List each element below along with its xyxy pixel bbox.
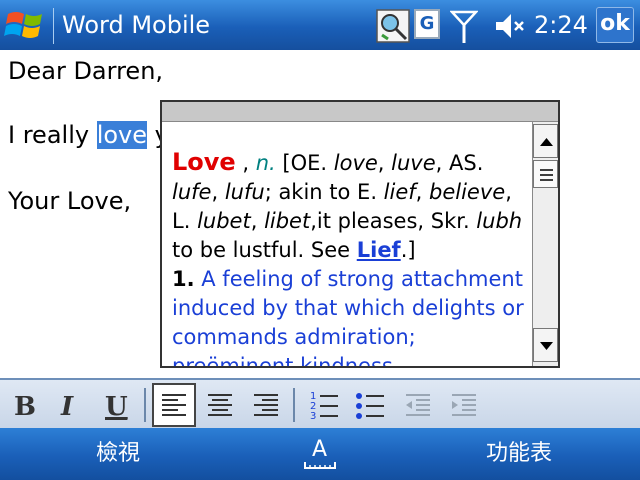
clock[interactable]: 2:24 (534, 10, 588, 40)
bold-button[interactable]: B (4, 385, 44, 425)
etym-italic: libet (264, 209, 311, 233)
etym-italic: love (333, 151, 378, 175)
etym-text: , (415, 180, 430, 204)
sense-text: A feeling of strong attachment induced b… (172, 267, 524, 366)
increase-indent-button[interactable] (444, 385, 484, 425)
title-bar: Word Mobile G 2:24 ok (0, 0, 640, 50)
decrease-indent-icon (406, 394, 430, 416)
etym-italic: lubet (197, 209, 251, 233)
svg-text:B: B (14, 392, 36, 422)
italic-icon: I (60, 392, 74, 422)
etym-italic: lufe (172, 180, 212, 204)
definition-text: Love , n. [OE. love, luve, AS. lufe, luf… (162, 122, 532, 366)
sense-number: 1. (172, 267, 195, 291)
selected-word[interactable]: love (96, 121, 148, 149)
underline-icon: U (105, 392, 128, 422)
numbered-list-button[interactable]: 1 2 3 (304, 385, 344, 425)
toolbar-separator (293, 388, 295, 422)
bullet-list-icon (356, 393, 384, 419)
headword: Love (172, 148, 236, 176)
numbered-list-icon: 1 2 3 (310, 391, 338, 422)
etym-text: , (505, 180, 512, 204)
sync-icon[interactable] (376, 9, 410, 43)
toolbar-separator (144, 388, 146, 422)
align-right-icon (254, 394, 278, 416)
app-title: Word Mobile (62, 11, 211, 39)
lief-link[interactable]: Lief (357, 238, 401, 262)
doc-text: I really (8, 121, 97, 149)
svg-text:I: I (60, 392, 74, 422)
part-of-speech: n. (255, 151, 276, 175)
dictionary-popup[interactable]: Love , n. [OE. love, luve, AS. lufe, luf… (160, 100, 560, 368)
etym-italic: lufu (224, 180, 265, 204)
g-icon[interactable]: G (414, 9, 440, 39)
etym-text: [OE. (275, 151, 334, 175)
scroll-up-button[interactable] (533, 124, 558, 158)
etym-text: L. (172, 209, 198, 233)
popup-header[interactable] (162, 102, 558, 122)
ok-button[interactable]: ok (596, 7, 634, 43)
etym-italic: believe (429, 180, 506, 204)
etym-text: , (377, 151, 392, 175)
etym-text: , (250, 209, 265, 233)
etym-italic: lief (383, 180, 416, 204)
bold-icon: B (14, 392, 36, 422)
scroll-thumb[interactable] (533, 160, 558, 188)
increase-indent-icon (452, 394, 476, 416)
softkey-menu[interactable]: 功能表 (486, 440, 552, 468)
etym-text: , AS. (435, 151, 484, 175)
svg-text:A: A (312, 437, 327, 462)
doc-line-greeting[interactable]: Dear Darren, (8, 56, 163, 86)
etym-text: ; akin to E. (264, 180, 384, 204)
title-divider (53, 8, 54, 44)
windows-start-icon[interactable] (2, 4, 50, 46)
underline-button[interactable]: U (96, 385, 136, 425)
arrow-up-icon (540, 138, 553, 146)
etym-text: ,it pleases, Skr. (310, 209, 477, 233)
svg-text:3: 3 (310, 411, 316, 422)
arrow-down-icon (540, 342, 553, 350)
svg-text:U: U (105, 392, 128, 422)
bullet-list-button[interactable] (350, 385, 390, 425)
comma: , (235, 151, 256, 175)
align-center-button[interactable] (200, 385, 240, 425)
etym-italic: luve (391, 151, 436, 175)
volume-icon[interactable] (494, 10, 526, 42)
align-left-icon (162, 394, 186, 416)
popup-scrollbar[interactable] (532, 122, 558, 366)
signal-icon[interactable] (450, 9, 478, 45)
grip-icon (540, 169, 553, 181)
formatting-toolbar: B I U 1 2 3 (0, 378, 640, 428)
align-center-icon (208, 394, 232, 416)
etym-text: , (211, 180, 225, 204)
etym-text: .] (400, 238, 416, 262)
etym-text: to be lustful. See (172, 238, 357, 262)
softkey-view[interactable]: 檢視 (96, 440, 140, 468)
align-right-button[interactable] (246, 385, 286, 425)
italic-button[interactable]: I (48, 385, 88, 425)
input-method-icon[interactable]: A (302, 434, 338, 474)
softkey-bar: 檢視 A 功能表 (0, 428, 640, 480)
decrease-indent-button[interactable] (398, 385, 438, 425)
etym-italic: lubh (476, 209, 523, 233)
scroll-down-button[interactable] (533, 328, 558, 362)
doc-line-signoff[interactable]: Your Love, (8, 186, 131, 216)
align-left-button[interactable] (152, 383, 196, 427)
